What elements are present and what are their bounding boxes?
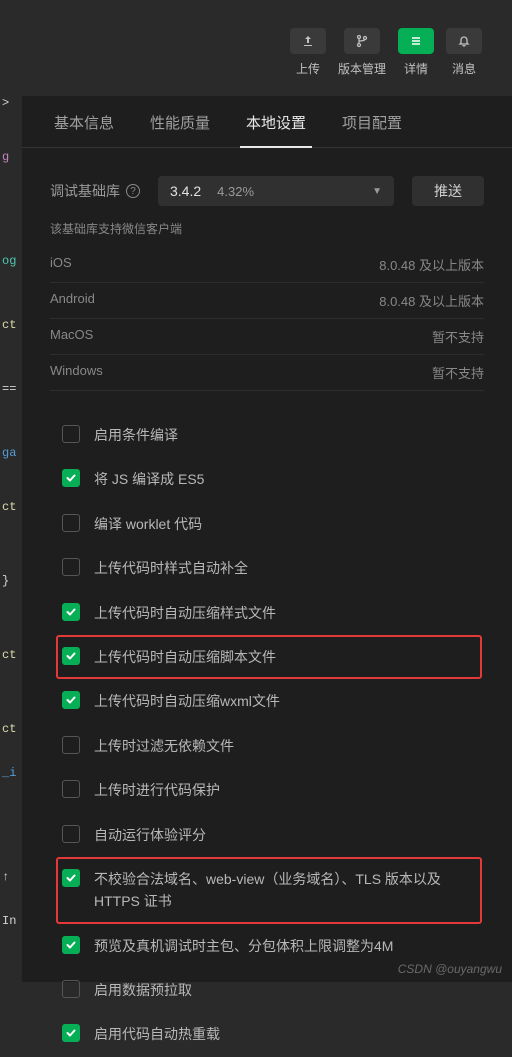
- option-item[interactable]: 编译 worklet 代码: [56, 502, 482, 546]
- options-list: 启用条件编译将 JS 编译成 ES5 编译 worklet 代码上传代码时样式自动…: [22, 391, 512, 1057]
- base-lib-section: 调试基础库 ? 3.4.2 4.32% ▼ 推送 该基础库支持微信客户端 iOS…: [22, 148, 512, 391]
- checkbox[interactable]: [62, 603, 80, 621]
- tab-0[interactable]: 基本信息: [36, 96, 132, 147]
- checkbox[interactable]: [62, 780, 80, 798]
- chevron-down-icon: ▼: [372, 186, 382, 197]
- option-label: 不校验合法域名、web-view（业务域名）、TLS 版本以及 HTTPS 证书: [94, 868, 476, 913]
- settings-panel: 基本信息性能质量本地设置项目配置 调试基础库 ? 3.4.2 4.32% ▼ 推…: [22, 96, 512, 982]
- option-label: 启用条件编译: [94, 424, 178, 446]
- checkbox[interactable]: [62, 936, 80, 954]
- option-label: 上传代码时自动压缩wxml文件: [94, 690, 280, 712]
- option-label: 自动运行体验评分: [94, 824, 206, 846]
- option-label: 上传时过滤无依赖文件: [94, 735, 234, 757]
- editor-gutter: >gogct==gact}ctct_i↑In: [0, 96, 22, 982]
- option-label: 上传时进行代码保护: [94, 779, 220, 801]
- lib-note: 该基础库支持微信客户端: [50, 220, 484, 237]
- checkbox[interactable]: [62, 647, 80, 665]
- option-item[interactable]: 不校验合法域名、web-view（业务域名）、TLS 版本以及 HTTPS 证书: [56, 857, 482, 924]
- tab-1[interactable]: 性能质量: [132, 96, 228, 147]
- upload-button[interactable]: 上传: [290, 28, 326, 77]
- option-item[interactable]: 上传代码时自动压缩wxml文件: [56, 679, 482, 723]
- details-label: 详情: [404, 60, 428, 77]
- tabs: 基本信息性能质量本地设置项目配置: [22, 96, 512, 148]
- version-number: 3.4.2: [170, 183, 201, 199]
- option-label: 启用代码自动热重载: [94, 1023, 220, 1045]
- option-label: 上传代码时自动压缩样式文件: [94, 602, 276, 624]
- checkbox[interactable]: [62, 514, 80, 532]
- version-select[interactable]: 3.4.2 4.32% ▼: [158, 176, 394, 206]
- option-label: 启用数据预拉取: [94, 979, 192, 1001]
- table-row: MacOS暂不支持: [50, 319, 484, 355]
- branch-icon: [344, 28, 380, 54]
- option-label: 上传代码时自动压缩脚本文件: [94, 646, 276, 668]
- option-item[interactable]: 上传时过滤无依赖文件: [56, 724, 482, 768]
- checkbox[interactable]: [62, 425, 80, 443]
- checkbox[interactable]: [62, 980, 80, 998]
- option-label: 编译 worklet 代码: [94, 513, 202, 535]
- push-button[interactable]: 推送: [412, 176, 484, 206]
- option-item[interactable]: 上传代码时自动压缩样式文件: [56, 591, 482, 635]
- notif-label: 消息: [452, 60, 476, 77]
- tab-2[interactable]: 本地设置: [228, 96, 324, 147]
- base-lib-label: 调试基础库 ?: [50, 181, 140, 201]
- version-percent: 4.32%: [217, 184, 254, 199]
- table-row: iOS8.0.48 及以上版本: [50, 247, 484, 283]
- checkbox[interactable]: [62, 736, 80, 754]
- version-button[interactable]: 版本管理: [338, 28, 386, 77]
- option-item[interactable]: 上传代码时样式自动补全: [56, 546, 482, 590]
- option-item[interactable]: 自动运行体验评分: [56, 813, 482, 857]
- watermark: CSDN @ouyangwu: [398, 962, 502, 976]
- upload-icon: [290, 28, 326, 54]
- checkbox[interactable]: [62, 691, 80, 709]
- notifications-button[interactable]: 消息: [446, 28, 482, 77]
- table-row: Android8.0.48 及以上版本: [50, 283, 484, 319]
- bell-icon: [446, 28, 482, 54]
- support-table: iOS8.0.48 及以上版本Android8.0.48 及以上版本MacOS暂…: [50, 247, 484, 391]
- checkbox[interactable]: [62, 558, 80, 576]
- window-top-bar: [0, 0, 512, 18]
- checkbox[interactable]: [62, 869, 80, 887]
- upload-label: 上传: [296, 60, 320, 77]
- menu-icon: [398, 28, 434, 54]
- option-item[interactable]: 启用代码自动热重载: [56, 1012, 482, 1056]
- details-button[interactable]: 详情: [398, 28, 434, 77]
- option-label: 预览及真机调试时主包、分包体积上限调整为4M: [94, 935, 393, 957]
- option-item[interactable]: 将 JS 编译成 ES5: [56, 457, 482, 501]
- version-label: 版本管理: [338, 60, 386, 77]
- table-row: Windows暂不支持: [50, 355, 484, 391]
- toolbar: 上传 版本管理 详情 消息: [0, 18, 512, 91]
- help-icon[interactable]: ?: [126, 184, 140, 198]
- option-item[interactable]: 上传代码时自动压缩脚本文件: [56, 635, 482, 679]
- option-item[interactable]: 上传时进行代码保护: [56, 768, 482, 812]
- checkbox[interactable]: [62, 825, 80, 843]
- option-label: 将 JS 编译成 ES5: [94, 468, 204, 490]
- option-item[interactable]: 启用条件编译: [56, 413, 482, 457]
- option-label: 上传代码时样式自动补全: [94, 557, 248, 579]
- tab-3[interactable]: 项目配置: [324, 96, 420, 147]
- checkbox[interactable]: [62, 469, 80, 487]
- checkbox[interactable]: [62, 1024, 80, 1042]
